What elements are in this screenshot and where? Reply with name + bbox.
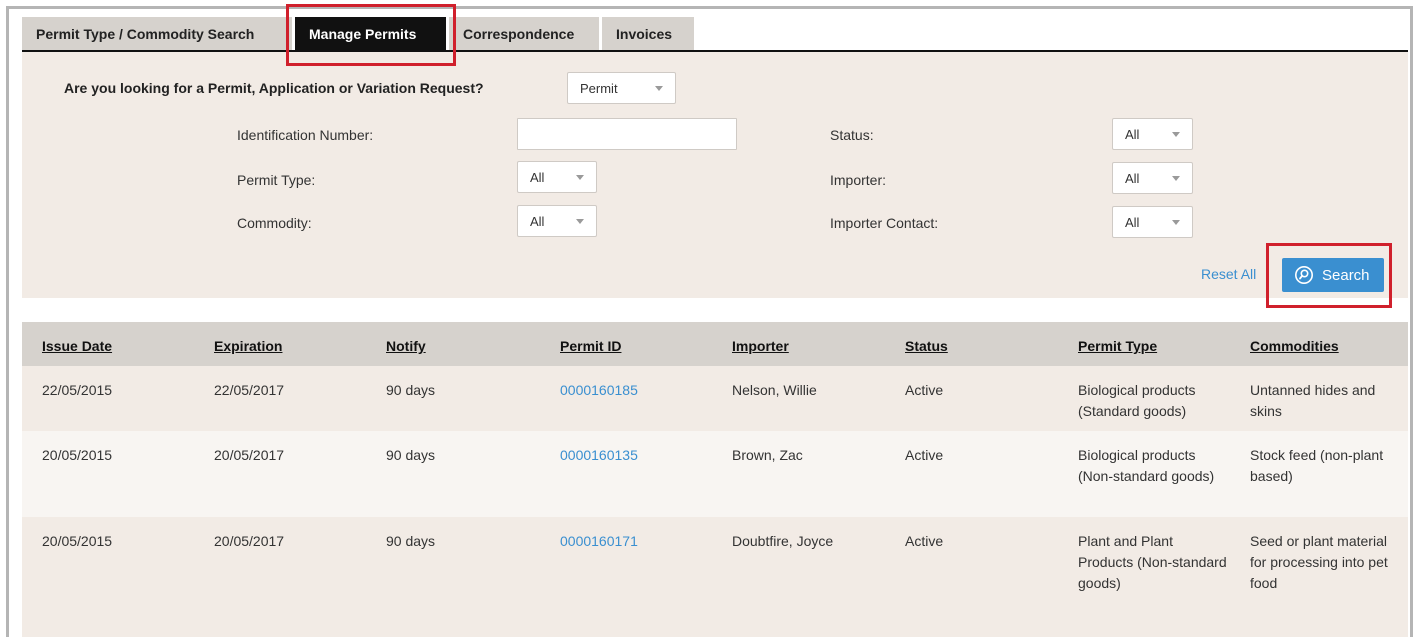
column-header-status[interactable]: Status xyxy=(905,338,948,354)
issue-date-cell: 22/05/2015 xyxy=(42,382,113,398)
table-row: 22/05/2015 22/05/2017 90 days 0000160185… xyxy=(22,366,1408,431)
column-header-notify[interactable]: Notify xyxy=(386,338,426,354)
permit-type-label: Permit Type: xyxy=(237,172,316,188)
tab-manage-permits[interactable]: Manage Permits xyxy=(295,17,446,50)
search-button[interactable]: Search xyxy=(1282,258,1384,292)
tab-bar: Permit Type / Commodity Search Manage Pe… xyxy=(22,17,697,50)
issue-date-cell: 20/05/2015 xyxy=(42,533,113,549)
permit-type-cell: Biological products (Standard goods) xyxy=(1078,382,1196,419)
tab-invoices[interactable]: Invoices xyxy=(602,17,694,50)
permit-id-link[interactable]: 0000160135 xyxy=(560,445,638,466)
importer-value: All xyxy=(1125,170,1140,186)
importer-label: Importer: xyxy=(830,172,887,188)
permit-type-value: All xyxy=(530,169,545,185)
column-header-commodities[interactable]: Commodities xyxy=(1250,338,1390,354)
notify-cell: 90 days xyxy=(386,447,436,463)
identification-number-label: Identification Number: xyxy=(237,127,374,143)
permit-type-cell: Biological products (Non-standard goods) xyxy=(1078,447,1215,484)
importer-cell: Doubtfire, Joyce xyxy=(732,533,834,549)
commodity-select[interactable]: All xyxy=(517,205,597,237)
status-cell: Active xyxy=(905,447,944,463)
status-cell: Active xyxy=(905,382,944,398)
permit-type-select[interactable]: All xyxy=(517,161,597,193)
permit-id-link[interactable]: 0000160171 xyxy=(560,531,638,552)
chevron-down-icon xyxy=(1172,220,1180,225)
chevron-down-icon xyxy=(1172,176,1180,181)
tab-correspondence[interactable]: Correspondence xyxy=(449,17,599,50)
importer-contact-value: All xyxy=(1125,214,1140,230)
chevron-down-icon xyxy=(1172,132,1180,137)
chevron-down-icon xyxy=(576,219,584,224)
issue-date-cell: 20/05/2015 xyxy=(42,447,113,463)
commodity-label: Commodity: xyxy=(237,215,312,231)
commodities-cell: Stock feed (non-plant based) xyxy=(1250,447,1384,484)
importer-contact-label: Importer Contact: xyxy=(830,215,939,231)
importer-cell: Nelson, Willie xyxy=(732,382,817,398)
status-cell: Active xyxy=(905,533,944,549)
permits-table: Issue Date Expiration Notify Permit ID I… xyxy=(22,322,1408,637)
notify-cell: 90 days xyxy=(386,382,436,398)
table-row: 20/05/2015 20/05/2017 90 days 0000160135… xyxy=(22,431,1408,517)
importer-contact-select[interactable]: All xyxy=(1112,206,1193,238)
table-header: Issue Date Expiration Notify Permit ID I… xyxy=(22,322,1408,366)
chevron-down-icon xyxy=(655,86,663,91)
chevron-down-icon xyxy=(576,175,584,180)
column-header-importer[interactable]: Importer xyxy=(732,338,789,354)
importer-cell: Brown, Zac xyxy=(732,447,803,463)
status-value: All xyxy=(1125,126,1140,142)
commodities-cell: Seed or plant material for processing in… xyxy=(1250,533,1388,591)
permit-type-cell: Plant and Plant Products (Non-standard g… xyxy=(1078,533,1227,591)
tab-permit-type-commodity-search[interactable]: Permit Type / Commodity Search xyxy=(22,17,292,50)
column-header-permit-id[interactable]: Permit ID xyxy=(560,338,621,354)
request-type-question: Are you looking for a Permit, Applicatio… xyxy=(64,80,484,96)
search-icon xyxy=(1294,265,1314,285)
status-label: Status: xyxy=(830,127,874,143)
identification-number-input[interactable] xyxy=(517,118,737,150)
column-header-permit-type[interactable]: Permit Type xyxy=(1078,338,1228,354)
expiration-cell: 20/05/2017 xyxy=(214,447,285,463)
column-header-expiration[interactable]: Expiration xyxy=(214,338,282,354)
column-header-issue-date[interactable]: Issue Date xyxy=(42,338,112,354)
expiration-cell: 22/05/2017 xyxy=(214,382,285,398)
notify-cell: 90 days xyxy=(386,533,436,549)
status-select[interactable]: All xyxy=(1112,118,1193,150)
search-button-label: Search xyxy=(1322,266,1370,284)
table-row: 20/05/2015 20/05/2017 90 days 0000160171… xyxy=(22,517,1408,637)
commodity-value: All xyxy=(530,213,545,229)
importer-select[interactable]: All xyxy=(1112,162,1193,194)
reset-all-link[interactable]: Reset All xyxy=(1201,266,1256,282)
commodities-cell: Untanned hides and skins xyxy=(1250,382,1376,419)
permit-id-link[interactable]: 0000160185 xyxy=(560,380,638,401)
request-type-select[interactable]: Permit xyxy=(567,72,676,104)
expiration-cell: 20/05/2017 xyxy=(214,533,285,549)
request-type-value: Permit xyxy=(580,80,618,96)
